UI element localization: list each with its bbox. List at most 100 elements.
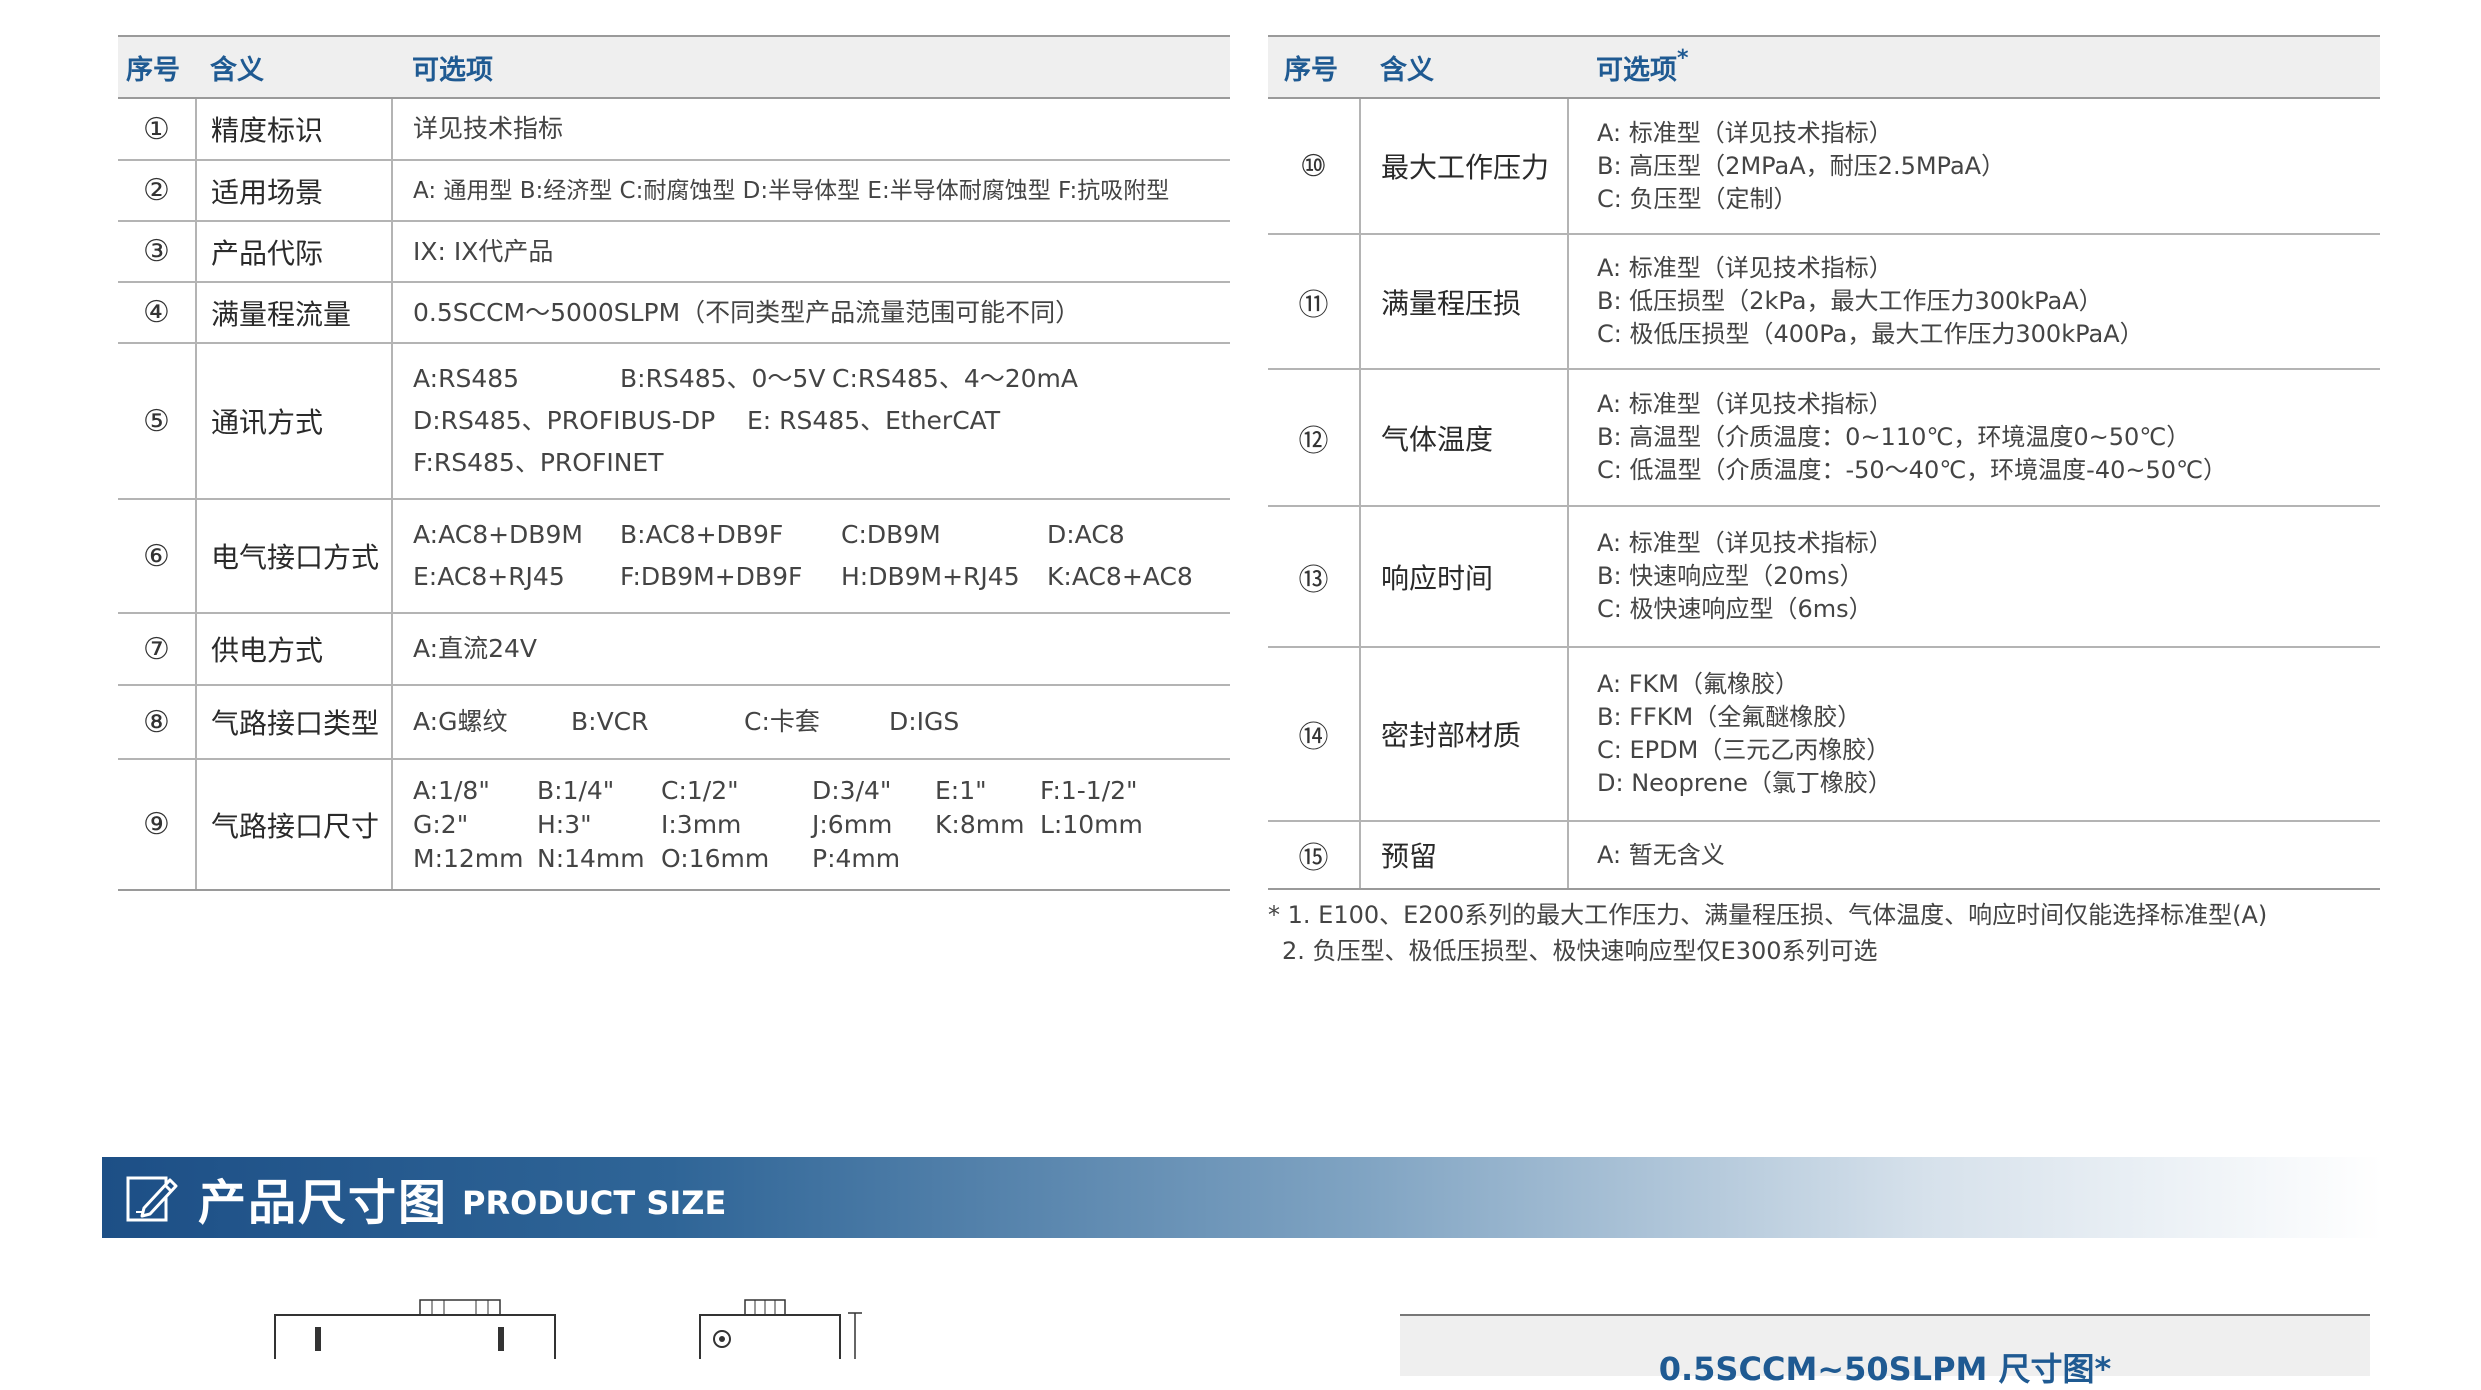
footnote-line-1: * 1. E100、E200系列的最大工作压力、满量程压损、气体温度、响应时间仅… <box>1268 901 2268 929</box>
section-title-en: PRODUCT SIZE <box>462 1183 727 1222</box>
row-options: A: 标准型（详见技术指标） B: 低压损型（2kPa，最大工作压力300kPa… <box>1568 234 2380 370</box>
option-cell: C:1/2" <box>661 775 739 805</box>
row-index: ⑫ <box>1268 369 1361 507</box>
table-row: ⑪ 满量程压损 A: 标准型（详见技术指标） B: 低压损型（2kPa，最大工作… <box>1268 234 2380 370</box>
row-meaning: 精度标识 <box>196 98 393 161</box>
option-cell: A:G螺纹 <box>413 707 508 736</box>
row-meaning: 通讯方式 <box>196 343 393 500</box>
row-meaning: 预留 <box>1360 821 1569 890</box>
option-line: C: 负压型（定制） <box>1597 184 1798 213</box>
footnote: * 1. E100、E200系列的最大工作压力、满量程压损、气体温度、响应时间仅… <box>1268 897 2267 969</box>
option-cell: O:16mm <box>661 843 770 873</box>
option-cell: F:1-1/2" <box>1040 775 1138 805</box>
option-grid-row: A:AC8+DB9M B:AC8+DB9F C:DB9M D:AC8 <box>413 514 1230 556</box>
dimension-drawing-side <box>699 1299 862 1359</box>
option-grid-row: F:RS485、PROFINET <box>413 442 1230 484</box>
option-cell: G:2" <box>413 809 469 839</box>
table-row: ④ 满量程流量 0.5SCCM～5000SLPM（不同类型产品流量范围可能不同） <box>118 282 1230 344</box>
row-options: A:RS485 B:RS485、0～5V C:RS485、4～20mA D:RS… <box>392 343 1230 500</box>
row-options: 详见技术指标 <box>392 98 1230 161</box>
table-row: ① 精度标识 详见技术指标 <box>118 98 1230 161</box>
row-options: A:直流24V <box>392 613 1230 686</box>
row-index: ⑮ <box>1268 821 1361 890</box>
row-index: ⑪ <box>1268 234 1361 370</box>
row-meaning: 供电方式 <box>196 613 393 686</box>
option-cell: B:VCR <box>571 707 649 736</box>
row-meaning: 最大工作压力 <box>1360 98 1569 235</box>
option-table-left: 序号 含义 可选项 ① 精度标识 详见技术指标 ② 适用场景 A: 通用型 B:… <box>118 35 1230 891</box>
option-line: B: FFKM（全氟醚橡胶） <box>1597 703 1862 731</box>
option-cell: K:AC8+AC8 <box>1047 562 1193 591</box>
option-cell: H:DB9M+RJ45 <box>841 562 1020 591</box>
option-grid-row: A:1/8" B:1/4" C:1/2" D:3/4" E:1" F:1-1/2… <box>413 774 1230 808</box>
row-meaning: 满量程压损 <box>1360 234 1569 370</box>
table-row: ⑤ 通讯方式 A:RS485 B:RS485、0～5V C:RS485、4～20… <box>118 343 1230 500</box>
option-cell: B:RS485、0～5V <box>620 364 826 393</box>
table-row: ⑮ 预留 A: 暂无含义 <box>1268 821 2380 890</box>
option-cell: D:3/4" <box>812 775 892 805</box>
option-line: C: 低温型（介质温度：-50～40℃，环境温度-40~50℃） <box>1597 456 2227 484</box>
header-meaning: 含义 <box>196 35 392 99</box>
option-line: A: FKM（氟橡胶） <box>1597 670 1799 698</box>
option-cell: A:AC8+DB9M <box>413 520 583 549</box>
option-cell: N:14mm <box>537 843 645 873</box>
row-meaning: 产品代际 <box>196 221 393 283</box>
option-cell: P:4mm <box>812 843 901 873</box>
option-cell: L:10mm <box>1040 809 1143 839</box>
table-row: ⑨ 气路接口尺寸 A:1/8" B:1/4" C:1/2" D:3/4" E:1… <box>118 759 1230 891</box>
row-index: ③ <box>118 221 197 283</box>
row-options: A: 通用型 B:经济型 C:耐腐蚀型 D:半导体型 E:半导体耐腐蚀型 F:抗… <box>392 160 1230 222</box>
option-line: D: Neoprene（氯丁橡胶） <box>1597 769 1892 797</box>
section-banner: 产品尺寸图 PRODUCT SIZE <box>102 1157 2382 1238</box>
row-options: A: FKM（氟橡胶） B: FFKM（全氟醚橡胶） C: EPDM（三元乙丙橡… <box>1568 647 2380 822</box>
option-line: B: 高温型（介质温度：0~110℃，环境温度0~50℃） <box>1597 423 2191 451</box>
option-grid-row: A:RS485 B:RS485、0～5V C:RS485、4～20mA <box>413 358 1230 400</box>
row-meaning: 适用场景 <box>196 160 393 222</box>
row-index: ⑦ <box>118 613 197 686</box>
row-index: ⑥ <box>118 499 197 614</box>
section-title: 产品尺寸图 <box>198 1174 449 1231</box>
row-index: ④ <box>118 282 197 344</box>
row-options: A:1/8" B:1/4" C:1/2" D:3/4" E:1" F:1-1/2… <box>392 759 1230 891</box>
size-chart-header: 0.5SCCM~50SLPM 尺寸图* <box>1400 1314 2370 1388</box>
option-cell: K:8mm <box>935 809 1025 839</box>
option-line: C: 极低压损型（400Pa，最大工作压力300kPaA） <box>1597 320 2144 348</box>
option-line: 0.5SCCM～5000SLPM（不同类型产品流量范围可能不同） <box>413 297 1081 327</box>
option-line: C: 极快速响应型（6ms） <box>1597 595 1873 623</box>
option-cell: C:卡套 <box>744 707 820 736</box>
table-header: 序号 含义 可选项* <box>1268 35 2380 99</box>
row-index: ① <box>118 98 197 161</box>
option-cell: F:RS485、PROFINET <box>413 448 664 477</box>
option-cell: B:1/4" <box>537 775 615 805</box>
option-line: A: 标准型（详见技术指标） <box>1597 118 1893 147</box>
row-index: ⑭ <box>1268 647 1361 822</box>
row-meaning: 气路接口类型 <box>196 685 393 760</box>
option-line: A: 标准型（详见技术指标） <box>1597 254 1893 282</box>
option-line: B: 低压损型（2kPa，最大工作压力300kPaA） <box>1597 287 2103 315</box>
row-options: A: 标准型（详见技术指标） B: 快速响应型（20ms） C: 极快速响应型（… <box>1568 506 2380 648</box>
option-cell: M:12mm <box>413 843 524 873</box>
option-grid-row: G:2" H:3" I:3mm J:6mm K:8mm L:10mm <box>413 808 1230 842</box>
option-cell: E:AC8+RJ45 <box>413 562 565 591</box>
option-line: B: 高压型（2MPaA，耐压2.5MPaA） <box>1597 151 2006 180</box>
option-cell: C:RS485、4～20mA <box>832 364 1079 393</box>
option-line: A: 暂无含义 <box>1597 840 1725 869</box>
header-meaning: 含义 <box>1360 35 1568 99</box>
row-meaning: 气路接口尺寸 <box>196 759 393 891</box>
row-meaning: 响应时间 <box>1360 506 1569 648</box>
footnote-line-2: 2. 负压型、极低压损型、极快速响应型仅E300系列可选 <box>1282 937 1878 965</box>
row-options: A: 标准型（详见技术指标） B: 高压型（2MPaA，耐压2.5MPaA） C… <box>1568 98 2380 235</box>
option-line: 详见技术指标 <box>413 114 564 143</box>
size-chart-title: 0.5SCCM~50SLPM 尺寸图* <box>1658 1350 2112 1388</box>
dimension-drawing-front <box>274 1299 556 1359</box>
option-cell: E:1" <box>935 775 987 805</box>
option-cell: J:6mm <box>812 809 893 839</box>
table-header: 序号 含义 可选项 <box>118 35 1230 99</box>
table-row: ⑭ 密封部材质 A: FKM（氟橡胶） B: FFKM（全氟醚橡胶） C: EP… <box>1268 647 2380 822</box>
row-meaning: 密封部材质 <box>1360 647 1569 822</box>
row-options: A: 暂无含义 <box>1568 821 2380 890</box>
option-cell: A:1/8" <box>413 775 490 805</box>
option-line: A:直流24V <box>413 634 537 663</box>
table-row: ⑦ 供电方式 A:直流24V <box>118 613 1230 686</box>
row-options: A: 标准型（详见技术指标） B: 高温型（介质温度：0~110℃，环境温度0~… <box>1568 369 2380 507</box>
